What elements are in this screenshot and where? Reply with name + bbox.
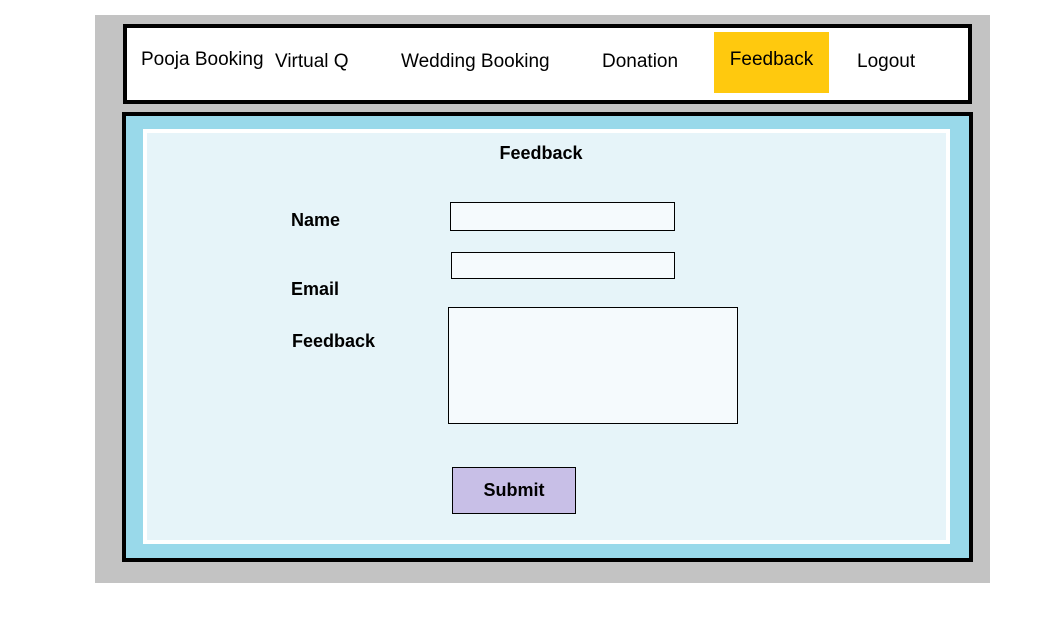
top-nav-bar: Pooja Booking Virtual Q Wedding Booking … [123,24,972,104]
feedback-label: Feedback [292,331,376,351]
name-label: Name [291,210,341,230]
nav-item-wedding-booking[interactable]: Wedding Booking [401,26,550,98]
nav-item-virtual-q[interactable]: Virtual Q [275,26,349,98]
nav-item-logout[interactable]: Logout [857,26,915,98]
feedback-textarea[interactable] [448,307,738,424]
name-input[interactable] [450,202,675,231]
nav-item-pooja-booking[interactable]: Pooja Booking [141,24,264,96]
email-label: Email [291,279,340,299]
nav-item-feedback[interactable]: Feedback [714,32,829,93]
nav-item-donation[interactable]: Donation [602,26,678,98]
form-title: Feedback [499,143,583,163]
submit-button[interactable]: Submit [452,467,576,514]
email-input[interactable] [451,252,675,279]
